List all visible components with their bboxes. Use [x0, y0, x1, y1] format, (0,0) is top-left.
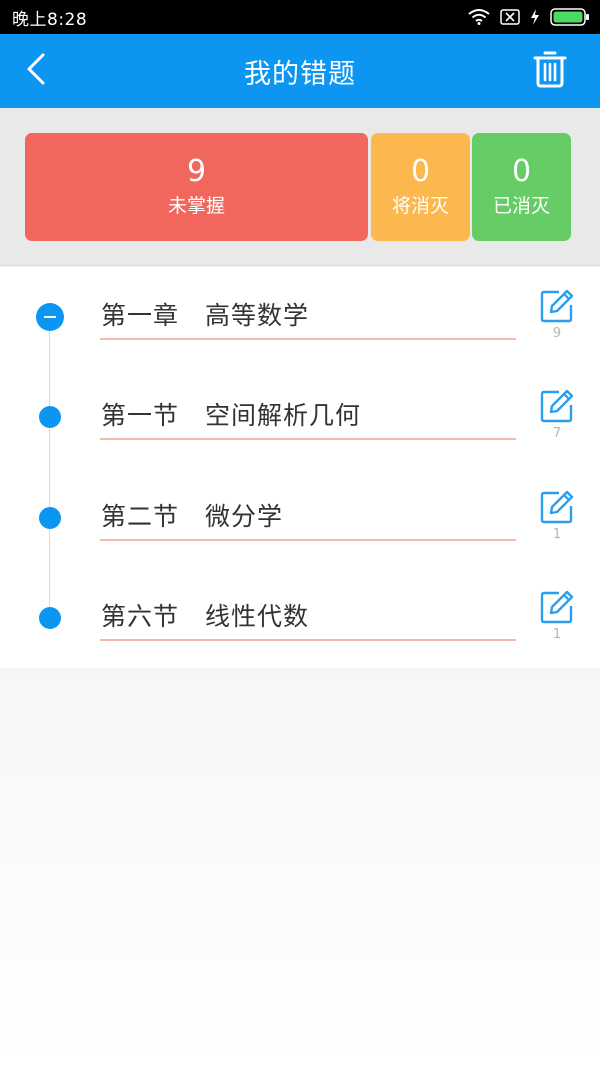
status-icons [468, 8, 590, 26]
edit-icon[interactable] [539, 589, 575, 625]
timeline-dot [39, 507, 61, 529]
collapse-icon[interactable] [36, 303, 64, 331]
edit-icon[interactable] [539, 489, 575, 525]
list-item-title: 第二节 微分学 [101, 502, 284, 531]
stat-eliminated-label: 已消灭 [492, 195, 550, 217]
divider [100, 338, 516, 340]
stat-eliminated[interactable]: 0 已消灭 [472, 133, 571, 241]
list-item-title: 第一节 空间解析几何 [101, 401, 362, 430]
app-header: 我的错题 [0, 34, 600, 108]
stat-to-eliminate-label: 将消灭 [391, 195, 449, 217]
stat-unmastered[interactable]: 9 未掌握 [25, 133, 368, 241]
list-item-count: 1 [552, 627, 562, 642]
stat-to-eliminate-value: 0 [410, 154, 431, 189]
wifi-icon [468, 9, 490, 25]
list-item[interactable]: 第六节 线性代数 1 [0, 568, 600, 668]
back-button[interactable] [18, 52, 54, 90]
list-item[interactable]: 第一节 空间解析几何 7 [0, 367, 600, 467]
list-item-count: 7 [552, 426, 562, 441]
list-item-title: 第六节 线性代数 [101, 602, 310, 631]
timeline-dot [39, 406, 61, 428]
charging-icon [530, 9, 540, 25]
divider [100, 639, 516, 641]
stat-to-eliminate[interactable]: 0 将消灭 [371, 133, 470, 241]
status-time: 晚上8:28 [12, 9, 88, 30]
stat-unmastered-label: 未掌握 [167, 195, 225, 217]
stat-unmastered-value: 9 [186, 154, 207, 189]
chevron-left-icon [26, 53, 46, 89]
list-item-title: 第一章 高等数学 [101, 301, 310, 330]
list-item[interactable]: 第二节 微分学 1 [0, 468, 600, 568]
divider [100, 539, 516, 541]
list-item[interactable]: 第一章 高等数学 9 [0, 267, 600, 367]
list-item-count: 1 [552, 527, 562, 542]
timeline-dot [39, 607, 61, 629]
delete-button[interactable] [530, 50, 570, 92]
edit-icon[interactable] [539, 388, 575, 424]
stats-panel: 9 未掌握 0 将消灭 0 已消灭 [0, 108, 600, 266]
sim-off-icon [500, 9, 520, 25]
edit-icon[interactable] [539, 288, 575, 324]
divider [100, 438, 516, 440]
trash-icon [533, 50, 567, 92]
list-item-count: 9 [552, 326, 562, 341]
battery-icon [550, 8, 590, 26]
stat-eliminated-value: 0 [511, 154, 532, 189]
page-title: 我的错题 [244, 58, 356, 90]
chapter-list: 第一章 高等数学 9 第一节 空间解析几何 7 第二节 微分学 1 第六节 线性… [0, 267, 600, 668]
status-bar: 晚上8:28 [0, 0, 600, 34]
